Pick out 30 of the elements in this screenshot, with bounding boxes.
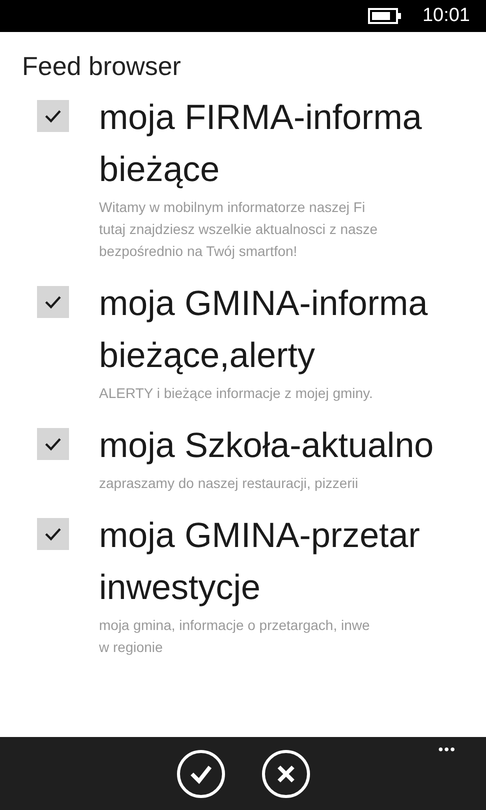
checkmark-icon: [188, 764, 212, 784]
feed-description: tutaj znajdziesz wszelkie aktualnosci z nasze: [99, 220, 378, 239]
more-button[interactable]: •••: [438, 739, 456, 760]
feed-title: moja GMINA-przetar: [99, 515, 420, 557]
feed-description: moja gmina, informacje o przetargach, inwe: [99, 616, 370, 635]
cancel-button[interactable]: [262, 750, 310, 798]
page-title: Feed browser: [21, 50, 181, 83]
checkbox[interactable]: [37, 428, 69, 460]
feed-title: moja FIRMA-informa: [99, 97, 422, 139]
clock-time: 10:01: [422, 4, 470, 28]
feed-title: inwestycje: [99, 567, 260, 609]
feed-title: bieżące,alerty: [99, 335, 315, 377]
feed-description: ALERTY i bieżące informacje z mojej gminy.: [99, 384, 373, 403]
battery-icon: [368, 8, 402, 24]
close-icon: [276, 764, 296, 784]
feed-title: bieżące: [99, 149, 220, 191]
checkbox[interactable]: [37, 286, 69, 318]
feed-title: moja GMINA-informa: [99, 283, 428, 325]
feed-description: zapraszamy do naszej restauracji, pizzerii: [99, 474, 358, 493]
feed-description: Witamy w mobilnym informatorze naszej Fi: [99, 198, 366, 217]
feed-title: moja Szkoła-aktualno: [99, 425, 434, 467]
checkbox[interactable]: [37, 100, 69, 132]
checkbox[interactable]: [37, 518, 69, 550]
feed-description: bezpośrednio na Twój smartfon!: [99, 242, 298, 261]
accept-button[interactable]: [176, 750, 224, 798]
checkmark-icon: [44, 295, 62, 309]
feed-description: w regionie: [99, 638, 163, 657]
checkmark-icon: [44, 109, 62, 123]
checkmark-icon: [44, 527, 62, 541]
checkmark-icon: [44, 437, 62, 451]
